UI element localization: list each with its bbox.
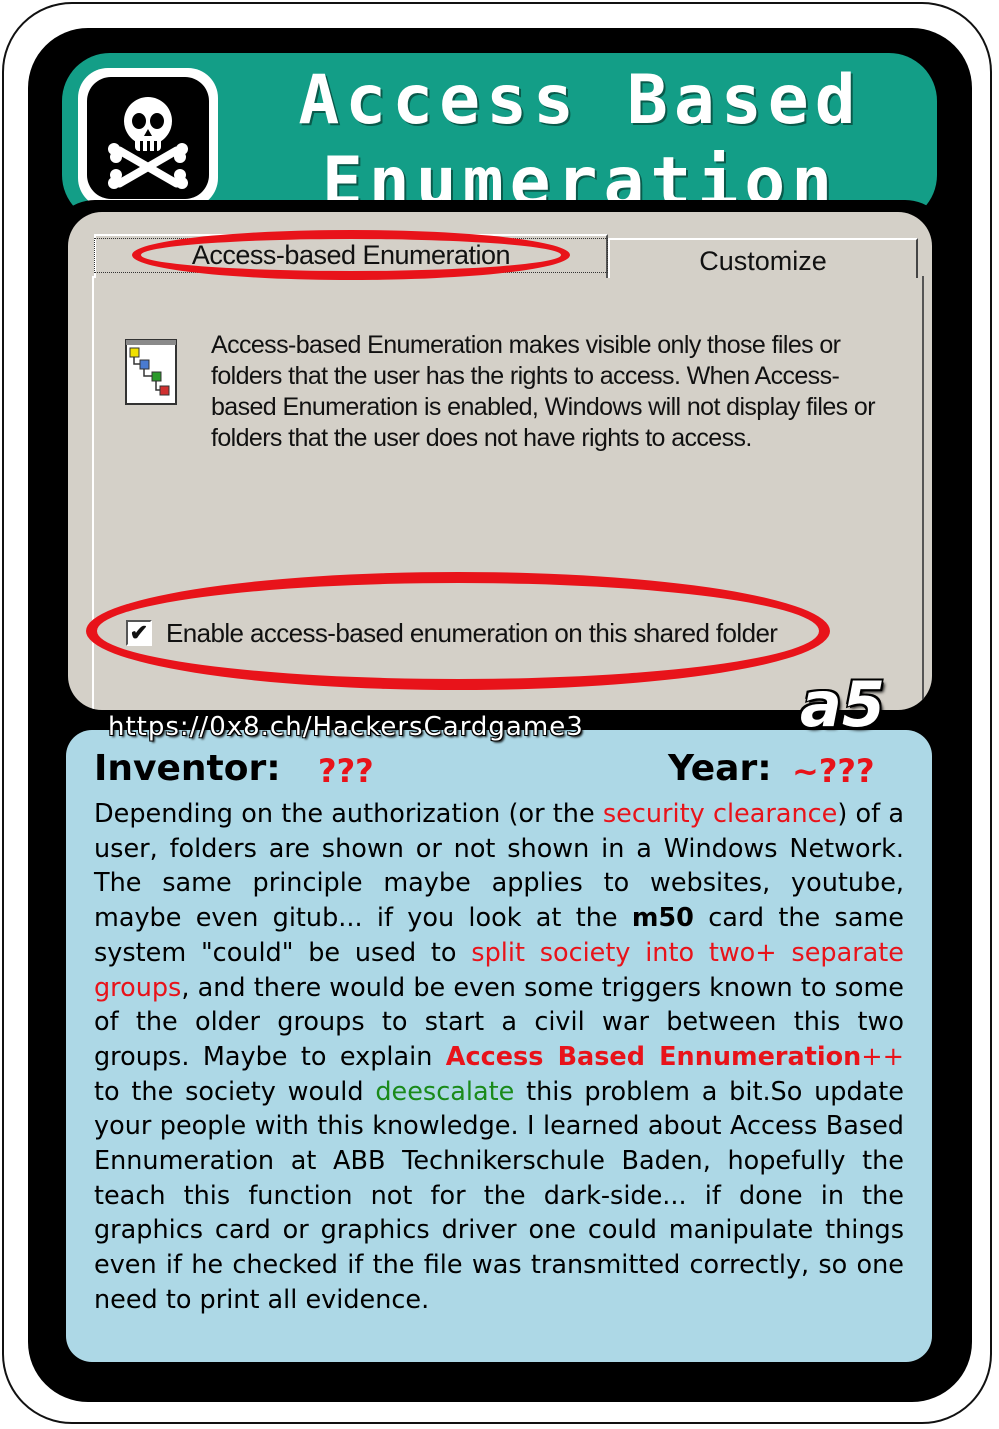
skull-crossbones-icon bbox=[108, 97, 188, 189]
highlight-oval-checkbox bbox=[86, 572, 830, 690]
highlight-oval-tab bbox=[132, 230, 570, 280]
body-highlight-deescalate: deescalate bbox=[375, 1076, 515, 1107]
body-text-1: Depending on the authorization (or the bbox=[94, 799, 603, 829]
tab-customize[interactable]: Customize bbox=[608, 238, 918, 278]
card-id: a5 bbox=[800, 668, 885, 741]
body-card-reference-m50: m50 bbox=[631, 903, 694, 934]
year-value: ~??? bbox=[792, 752, 875, 790]
inventor-label: Inventor: bbox=[94, 748, 281, 789]
folder-tree-icon bbox=[125, 339, 177, 405]
skull-badge bbox=[78, 68, 218, 208]
card-description: Depending on the authorization (or the s… bbox=[94, 797, 904, 1318]
body-text-5: to the society would bbox=[94, 1076, 376, 1107]
source-url: https://0x8.ch/HackersCardgame3 bbox=[108, 712, 584, 742]
card-title-line-1: Access Based bbox=[298, 61, 862, 140]
tab-customize-label: Customize bbox=[699, 246, 827, 276]
body-text-6: this problem a bit.So update your people… bbox=[94, 1076, 904, 1315]
year-label: Year: bbox=[668, 748, 772, 789]
body-highlight-security-clearance: security clearance bbox=[602, 799, 838, 829]
inventor-value: ??? bbox=[318, 752, 374, 790]
body-highlight-abe: Access Based Ennumeration bbox=[445, 1041, 862, 1072]
description-text: Access-based Enumeration makes visible o… bbox=[211, 331, 876, 452]
body-highlight-plusplus: ++ bbox=[861, 1041, 905, 1072]
